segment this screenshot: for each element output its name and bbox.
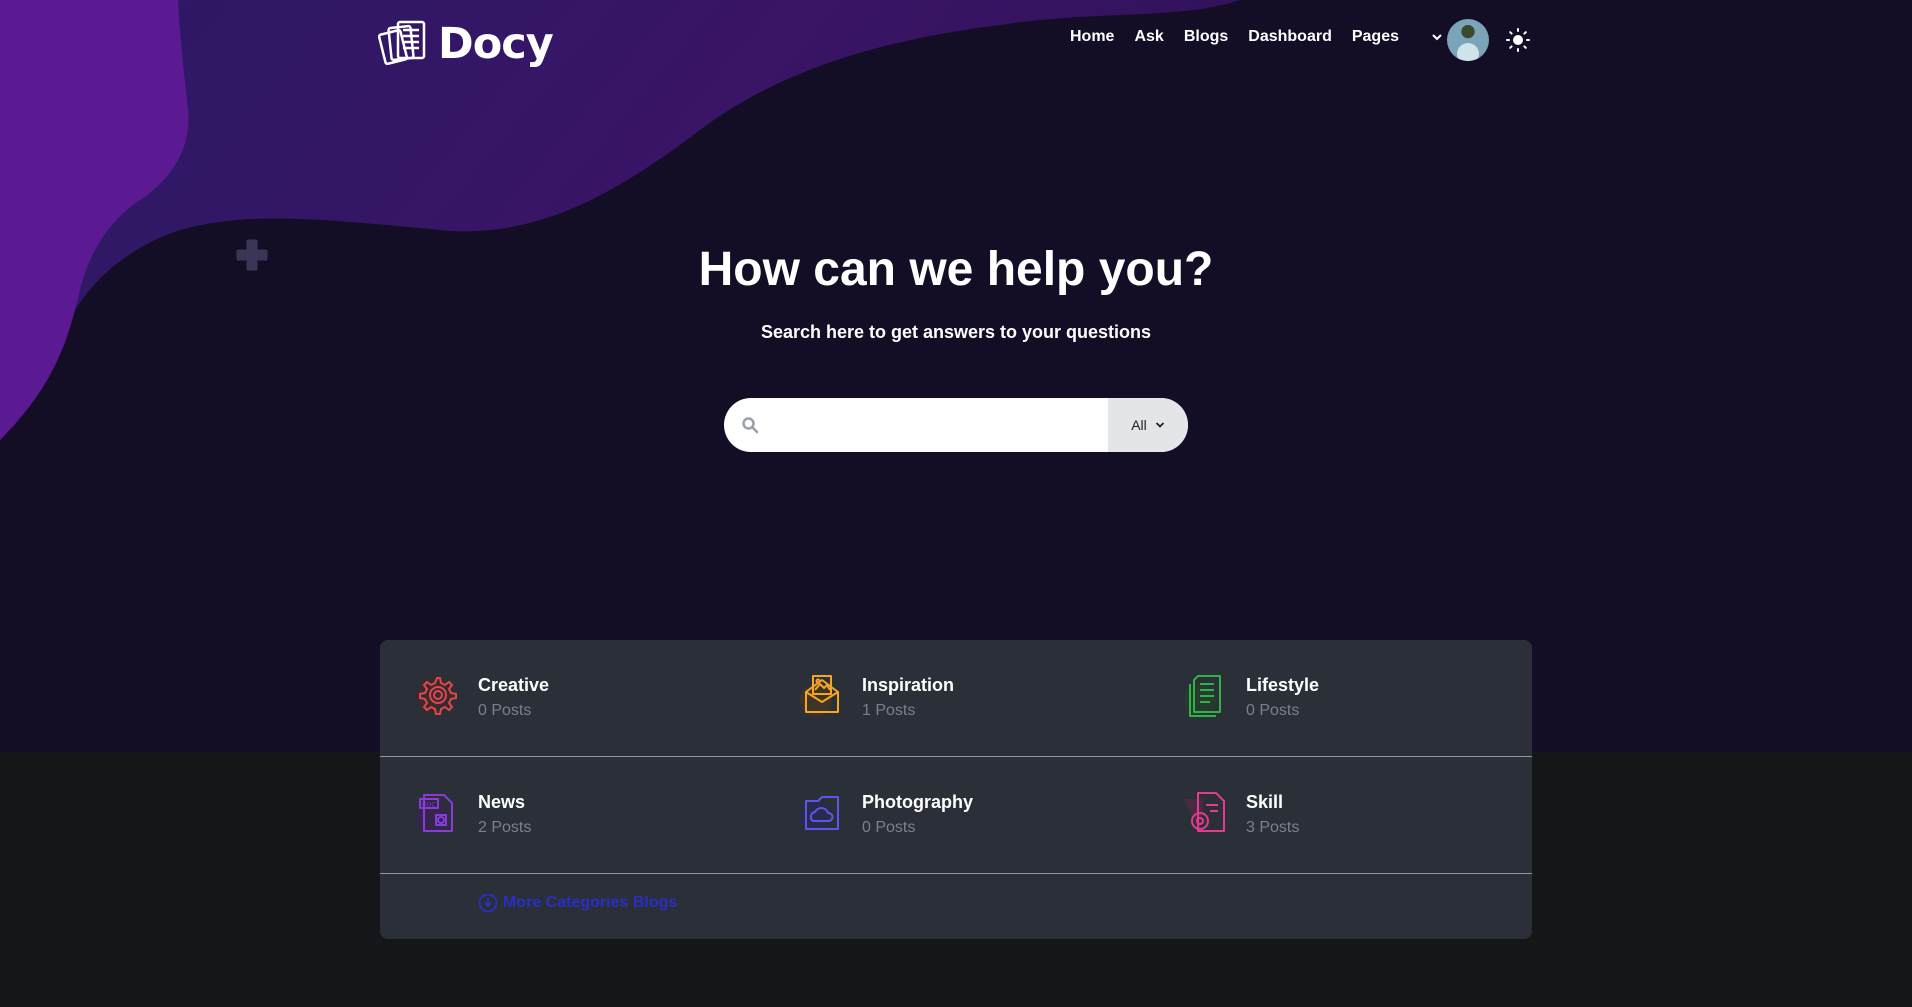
- category-news[interactable]: DOC News 2 Posts: [380, 757, 764, 873]
- category-count: 0 Posts: [478, 702, 532, 719]
- category-name: Skill: [1246, 792, 1284, 812]
- hero-subtitle: Search here to get answers to your quest…: [760, 322, 1152, 342]
- nav-pages[interactable]: Pages: [1352, 28, 1399, 46]
- category-count: 2 Posts: [478, 819, 532, 836]
- nav-blogs[interactable]: Blogs: [1184, 28, 1228, 46]
- category-skill[interactable]: Skill 3 Posts: [1148, 757, 1532, 873]
- category-name: Inspiration: [862, 675, 955, 695]
- category-count: 1 Posts: [862, 702, 916, 719]
- user-avatar[interactable]: [1447, 19, 1489, 61]
- category-count: 0 Posts: [862, 819, 916, 836]
- doc-gear-icon: [1184, 792, 1225, 832]
- more-categories-link[interactable]: More Categories Blogs: [478, 893, 677, 913]
- docs-logo-icon: [378, 20, 426, 66]
- search-bar: All: [724, 398, 1188, 452]
- gear-icon: [416, 677, 457, 715]
- category-name: Photography: [862, 792, 973, 812]
- categories-card: Creative 0 Posts Inspiration 1 Posts Lif…: [380, 640, 1532, 939]
- category-lifestyle[interactable]: Lifestyle 0 Posts: [1148, 640, 1532, 756]
- category-count: 3 Posts: [1246, 819, 1300, 836]
- document-icon: [1184, 675, 1221, 717]
- chevron-down-icon[interactable]: [1431, 31, 1443, 43]
- sun-icon[interactable]: [1506, 28, 1530, 52]
- arrow-down-circle-icon: [478, 893, 498, 913]
- category-count: 0 Posts: [1246, 702, 1300, 719]
- main-nav: Home Ask Blogs Dashboard Pages: [1070, 28, 1443, 46]
- categories-row: DOC News 2 Posts Photography 0 Posts Ski…: [380, 757, 1532, 874]
- categories-row: Creative 0 Posts Inspiration 1 Posts Lif…: [380, 640, 1532, 757]
- more-categories-label: More Categories Blogs: [503, 894, 678, 911]
- category-name: News: [478, 792, 526, 812]
- cloud-folder-icon: [800, 796, 839, 833]
- hero-title: How can we help you?: [698, 243, 1214, 296]
- category-creative[interactable]: Creative 0 Posts: [380, 640, 764, 756]
- category-name: Lifestyle: [1246, 675, 1320, 695]
- brand-name: Docy: [438, 19, 554, 69]
- nav-home[interactable]: Home: [1070, 28, 1114, 46]
- background-blob-shape: [0, 0, 1240, 440]
- chevron-down-icon: [1155, 422, 1164, 428]
- brand-logo[interactable]: Docy: [378, 18, 554, 70]
- nav-ask[interactable]: Ask: [1134, 28, 1163, 46]
- category-name: Creative: [478, 675, 550, 695]
- category-inspiration[interactable]: Inspiration 1 Posts: [764, 640, 1148, 756]
- mail-image-icon: [800, 675, 839, 716]
- nav-dashboard[interactable]: Dashboard: [1248, 28, 1332, 46]
- doc-file-icon: DOC: [416, 794, 453, 833]
- category-photography[interactable]: Photography 0 Posts: [764, 757, 1148, 873]
- search-icon: [724, 398, 776, 452]
- search-filter-label: All: [1131, 417, 1147, 433]
- svg-text:DOC: DOC: [422, 802, 436, 809]
- search-input[interactable]: [776, 398, 1108, 452]
- search-filter-select[interactable]: All: [1108, 398, 1188, 452]
